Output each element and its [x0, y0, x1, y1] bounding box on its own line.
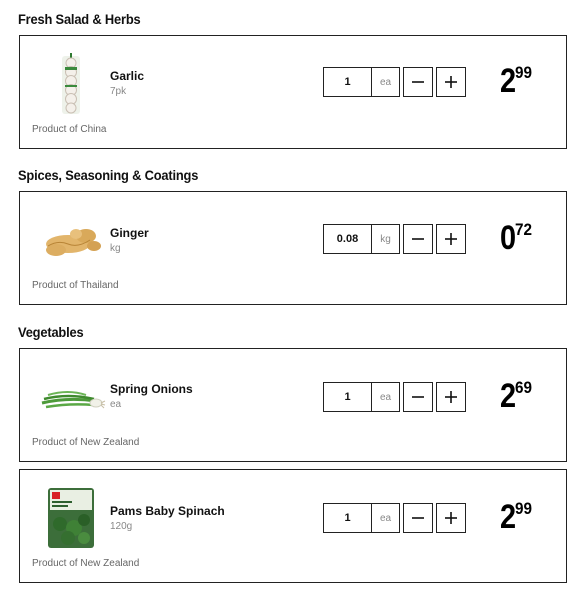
- minus-icon: [412, 517, 424, 519]
- product-name: Ginger: [110, 226, 149, 240]
- product-origin: Product of Thailand: [32, 280, 119, 291]
- section-title-spices-seasoning-coatings: Spices, Seasoning & Coatings: [18, 167, 199, 183]
- product-price: 299: [500, 62, 534, 101]
- price-cents: 99: [514, 499, 532, 518]
- product-card-ginger[interactable]: Ginger kg Product of Thailand 0.08 kg 07…: [19, 191, 567, 305]
- decrease-quantity-button[interactable]: [403, 503, 433, 533]
- price-dollars: 2: [500, 377, 516, 415]
- quantity-input[interactable]: 1: [323, 382, 371, 412]
- product-name: Spring Onions: [110, 382, 193, 396]
- product-price: 269: [500, 377, 534, 416]
- plus-icon: [445, 233, 457, 245]
- minus-icon: [412, 238, 424, 240]
- decrease-quantity-button[interactable]: [403, 224, 433, 254]
- unit-of-measure: ea: [371, 382, 400, 412]
- price-dollars: 2: [500, 498, 516, 536]
- product-origin: Product of China: [32, 124, 107, 135]
- quantity-control: 0.08 kg: [323, 224, 466, 254]
- product-origin: Product of New Zealand: [32, 558, 140, 569]
- product-unit: 120g: [110, 521, 133, 532]
- increase-quantity-button[interactable]: [436, 382, 466, 412]
- increase-quantity-button[interactable]: [436, 224, 466, 254]
- product-list: Fresh Salad & Herbs Garlic 7pk Product o…: [0, 0, 569, 600]
- ginger-icon: [38, 206, 106, 274]
- quantity-control: 1 ea: [323, 67, 466, 97]
- plus-icon: [445, 76, 457, 88]
- quantity-input[interactable]: 1: [323, 503, 371, 533]
- price-dollars: 0: [500, 219, 516, 257]
- unit-of-measure: ea: [371, 67, 400, 97]
- garlic-icon: [38, 50, 106, 118]
- spring-onion-icon: [38, 363, 106, 431]
- price-cents: 99: [514, 63, 532, 82]
- product-price: 299: [500, 498, 534, 537]
- quantity-input[interactable]: 0.08: [323, 224, 371, 254]
- quantity-control: 1 ea: [323, 382, 466, 412]
- unit-of-measure: kg: [371, 224, 400, 254]
- product-unit: 7pk: [110, 86, 127, 97]
- product-origin: Product of New Zealand: [32, 437, 140, 448]
- product-name: Garlic: [110, 69, 145, 83]
- minus-icon: [412, 396, 424, 398]
- decrease-quantity-button[interactable]: [403, 382, 433, 412]
- product-price: 072: [500, 219, 534, 258]
- product-card-spring-onions[interactable]: Spring Onions ea Product of New Zealand …: [19, 348, 567, 462]
- section-title-fresh-salad-herbs: Fresh Salad & Herbs: [18, 11, 141, 27]
- plus-icon: [445, 391, 457, 403]
- price-cents: 72: [514, 220, 532, 239]
- quantity-control: 1 ea: [323, 503, 466, 533]
- quantity-input[interactable]: 1: [323, 67, 371, 97]
- section-title-vegetables: Vegetables: [18, 324, 84, 340]
- increase-quantity-button[interactable]: [436, 67, 466, 97]
- increase-quantity-button[interactable]: [436, 503, 466, 533]
- product-unit: kg: [110, 243, 121, 254]
- product-card-garlic[interactable]: Garlic 7pk Product of China 1 ea 299: [19, 35, 567, 149]
- product-name: Pams Baby Spinach: [110, 504, 225, 518]
- product-unit: ea: [110, 399, 122, 410]
- spinach-bag-icon: [38, 484, 106, 552]
- unit-of-measure: ea: [371, 503, 400, 533]
- plus-icon: [445, 512, 457, 524]
- price-dollars: 2: [500, 62, 516, 100]
- decrease-quantity-button[interactable]: [403, 67, 433, 97]
- product-card-pams-baby-spinach[interactable]: Pams Baby Spinach 120g Product of New Ze…: [19, 469, 567, 583]
- price-cents: 69: [514, 378, 532, 397]
- minus-icon: [412, 81, 424, 83]
